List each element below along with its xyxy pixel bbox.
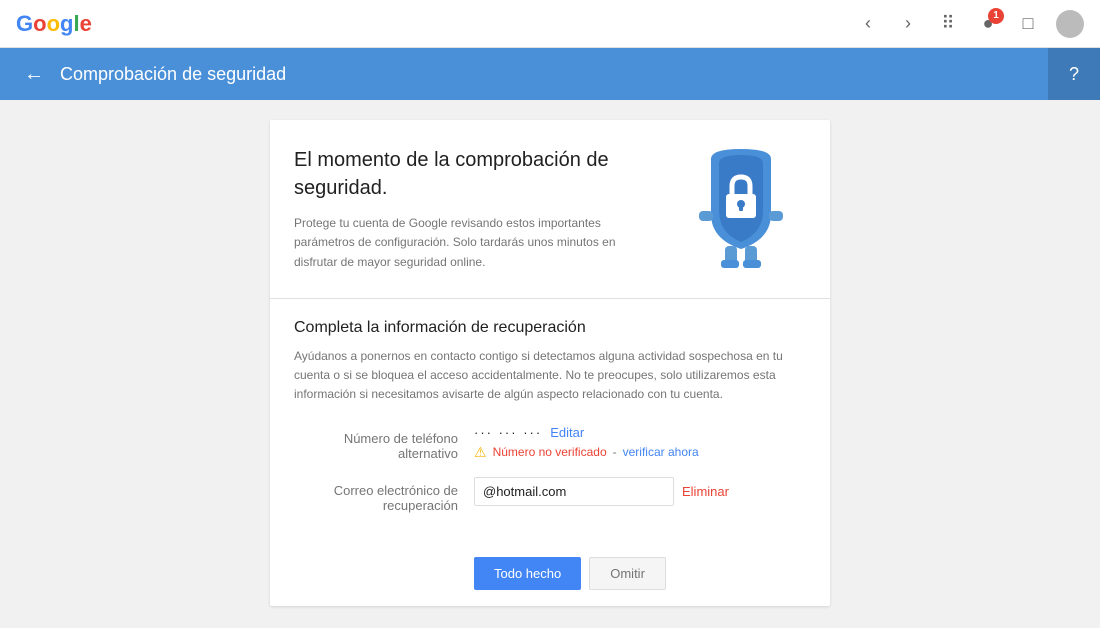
buttons-row: Todo hecho Omitir (450, 553, 830, 606)
separator: - (613, 445, 617, 459)
phone-dots: ··· ··· ··· (474, 425, 542, 440)
apps-icon[interactable]: ⠿ (936, 12, 960, 36)
phone-form-row: Número de teléfono alternativo ··· ··· ·… (294, 425, 806, 461)
edit-phone-link[interactable]: Editar (550, 425, 584, 440)
remove-email-link[interactable]: Eliminar (682, 484, 729, 499)
warning-row: ⚠ Número no verificado - verificar ahora (474, 444, 806, 461)
phone-value: ··· ··· ··· Editar ⚠ Número no verificad… (474, 425, 806, 461)
warning-icon: ⚠ (474, 444, 487, 461)
hero-title: El momento de la comprobación de segurid… (294, 146, 656, 202)
hero-description: Protege tu cuenta de Google revisando es… (294, 214, 656, 272)
hero-section: El momento de la comprobación de segurid… (270, 120, 830, 299)
email-form-row: Correo electrónico derecuperación Elimin… (294, 477, 806, 513)
top-nav: Google ‹ › ⠿ 1 ● □ (0, 0, 1100, 48)
help-button[interactable]: ? (1048, 48, 1100, 100)
add-account-icon[interactable]: □ (1016, 12, 1040, 36)
recovery-title: Completa la información de recuperación (294, 319, 806, 337)
unverified-text: Número no verificado (493, 445, 607, 459)
page-header: ← Comprobación de seguridad ? (0, 48, 1100, 100)
back-button[interactable]: ← (24, 63, 44, 86)
email-row: Eliminar (474, 477, 806, 506)
phone-label: Número de teléfono alternativo (294, 425, 474, 461)
omitir-button[interactable]: Omitir (589, 557, 666, 590)
notification-icon[interactable]: 1 ● (976, 12, 1000, 36)
todo-hecho-button[interactable]: Todo hecho (474, 557, 581, 590)
email-label: Correo electrónico derecuperación (294, 477, 474, 513)
avatar[interactable] (1056, 10, 1084, 38)
top-nav-right: ‹ › ⠿ 1 ● □ (856, 10, 1084, 38)
email-input[interactable] (474, 477, 674, 506)
recovery-section: Completa la información de recuperación … (270, 299, 830, 553)
shield-svg (691, 149, 791, 269)
main-content: El momento de la comprobación de segurid… (0, 100, 1100, 628)
google-logo: Google (16, 11, 92, 37)
verify-link[interactable]: verificar ahora (623, 445, 699, 459)
recovery-description: Ayúdanos a ponernos en contacto contigo … (294, 347, 806, 405)
email-value: Eliminar (474, 477, 806, 506)
email-label-text: Correo electrónico derecuperación (334, 483, 458, 513)
hero-text: El momento de la comprobación de segurid… (294, 146, 676, 272)
notification-badge: 1 (988, 8, 1004, 24)
arrow-forward-icon[interactable]: › (896, 12, 920, 36)
arrow-back-icon[interactable]: ‹ (856, 12, 880, 36)
shield-illustration (676, 144, 806, 274)
security-card: El momento de la comprobación de segurid… (270, 120, 830, 606)
phone-row: ··· ··· ··· Editar (474, 425, 806, 440)
page-title: Comprobación de seguridad (60, 64, 286, 85)
top-nav-left: Google (16, 11, 92, 37)
